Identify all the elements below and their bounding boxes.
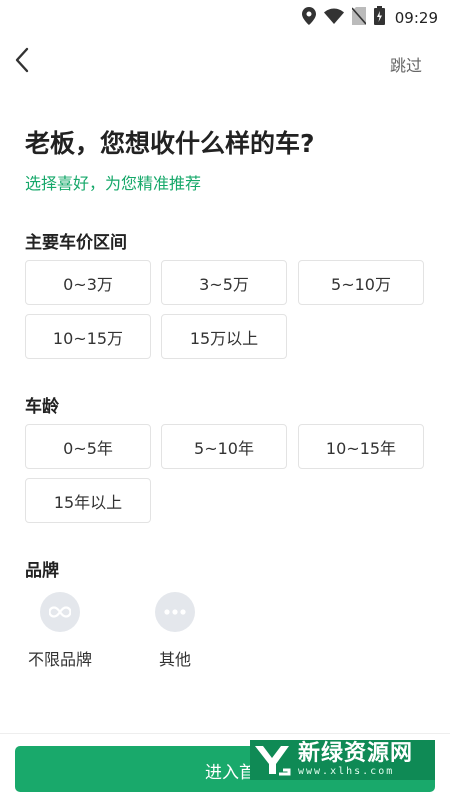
watermark-sub-text: www.xlhs.com	[298, 766, 395, 777]
page-title: 老板，您想收什么样的车?	[25, 129, 315, 158]
brand-label: 其他	[158, 650, 191, 669]
price-option[interactable]: 0~3万	[25, 260, 151, 305]
back-button[interactable]	[14, 47, 36, 77]
chevron-left-icon	[14, 47, 30, 77]
price-option[interactable]: 5~10万	[298, 260, 424, 305]
brand-label: 不限品牌	[27, 650, 92, 669]
top-nav: 跳过	[0, 40, 450, 84]
xl-logo-icon	[250, 740, 294, 780]
age-option[interactable]: 15年以上	[25, 478, 151, 523]
infinity-icon	[40, 592, 80, 632]
price-option[interactable]: 15万以上	[161, 314, 287, 359]
price-section-label: 主要车价区间	[25, 233, 127, 253]
age-section-label: 车龄	[25, 397, 59, 417]
brand-section-label: 品牌	[25, 561, 59, 581]
price-option[interactable]: 10~15万	[25, 314, 151, 359]
age-option[interactable]: 10~15年	[298, 424, 424, 469]
status-bar: 09:29	[0, 0, 450, 32]
brand-other[interactable]: 其他	[135, 592, 215, 670]
watermark-main-text: 新绿资源网	[298, 741, 414, 766]
no-sim-icon	[351, 6, 367, 29]
watermark-logo: 新绿资源网 www.xlhs.com	[250, 740, 435, 780]
price-option[interactable]: 3~5万	[161, 260, 287, 305]
skip-button[interactable]: 跳过	[390, 52, 422, 76]
wifi-icon	[323, 8, 344, 28]
age-option[interactable]: 0~5年	[25, 424, 151, 469]
more-dots-icon	[155, 592, 195, 632]
battery-icon	[373, 6, 385, 29]
page-subtitle: 选择喜好，为您精准推荐	[25, 174, 202, 193]
bottom-bar: 进入首页 新绿资源网 www.xlhs.com	[0, 733, 450, 800]
location-icon	[301, 6, 316, 29]
status-time: 09:29	[394, 8, 438, 27]
brand-unlimited[interactable]: 不限品牌	[20, 592, 100, 670]
age-option[interactable]: 5~10年	[161, 424, 287, 469]
